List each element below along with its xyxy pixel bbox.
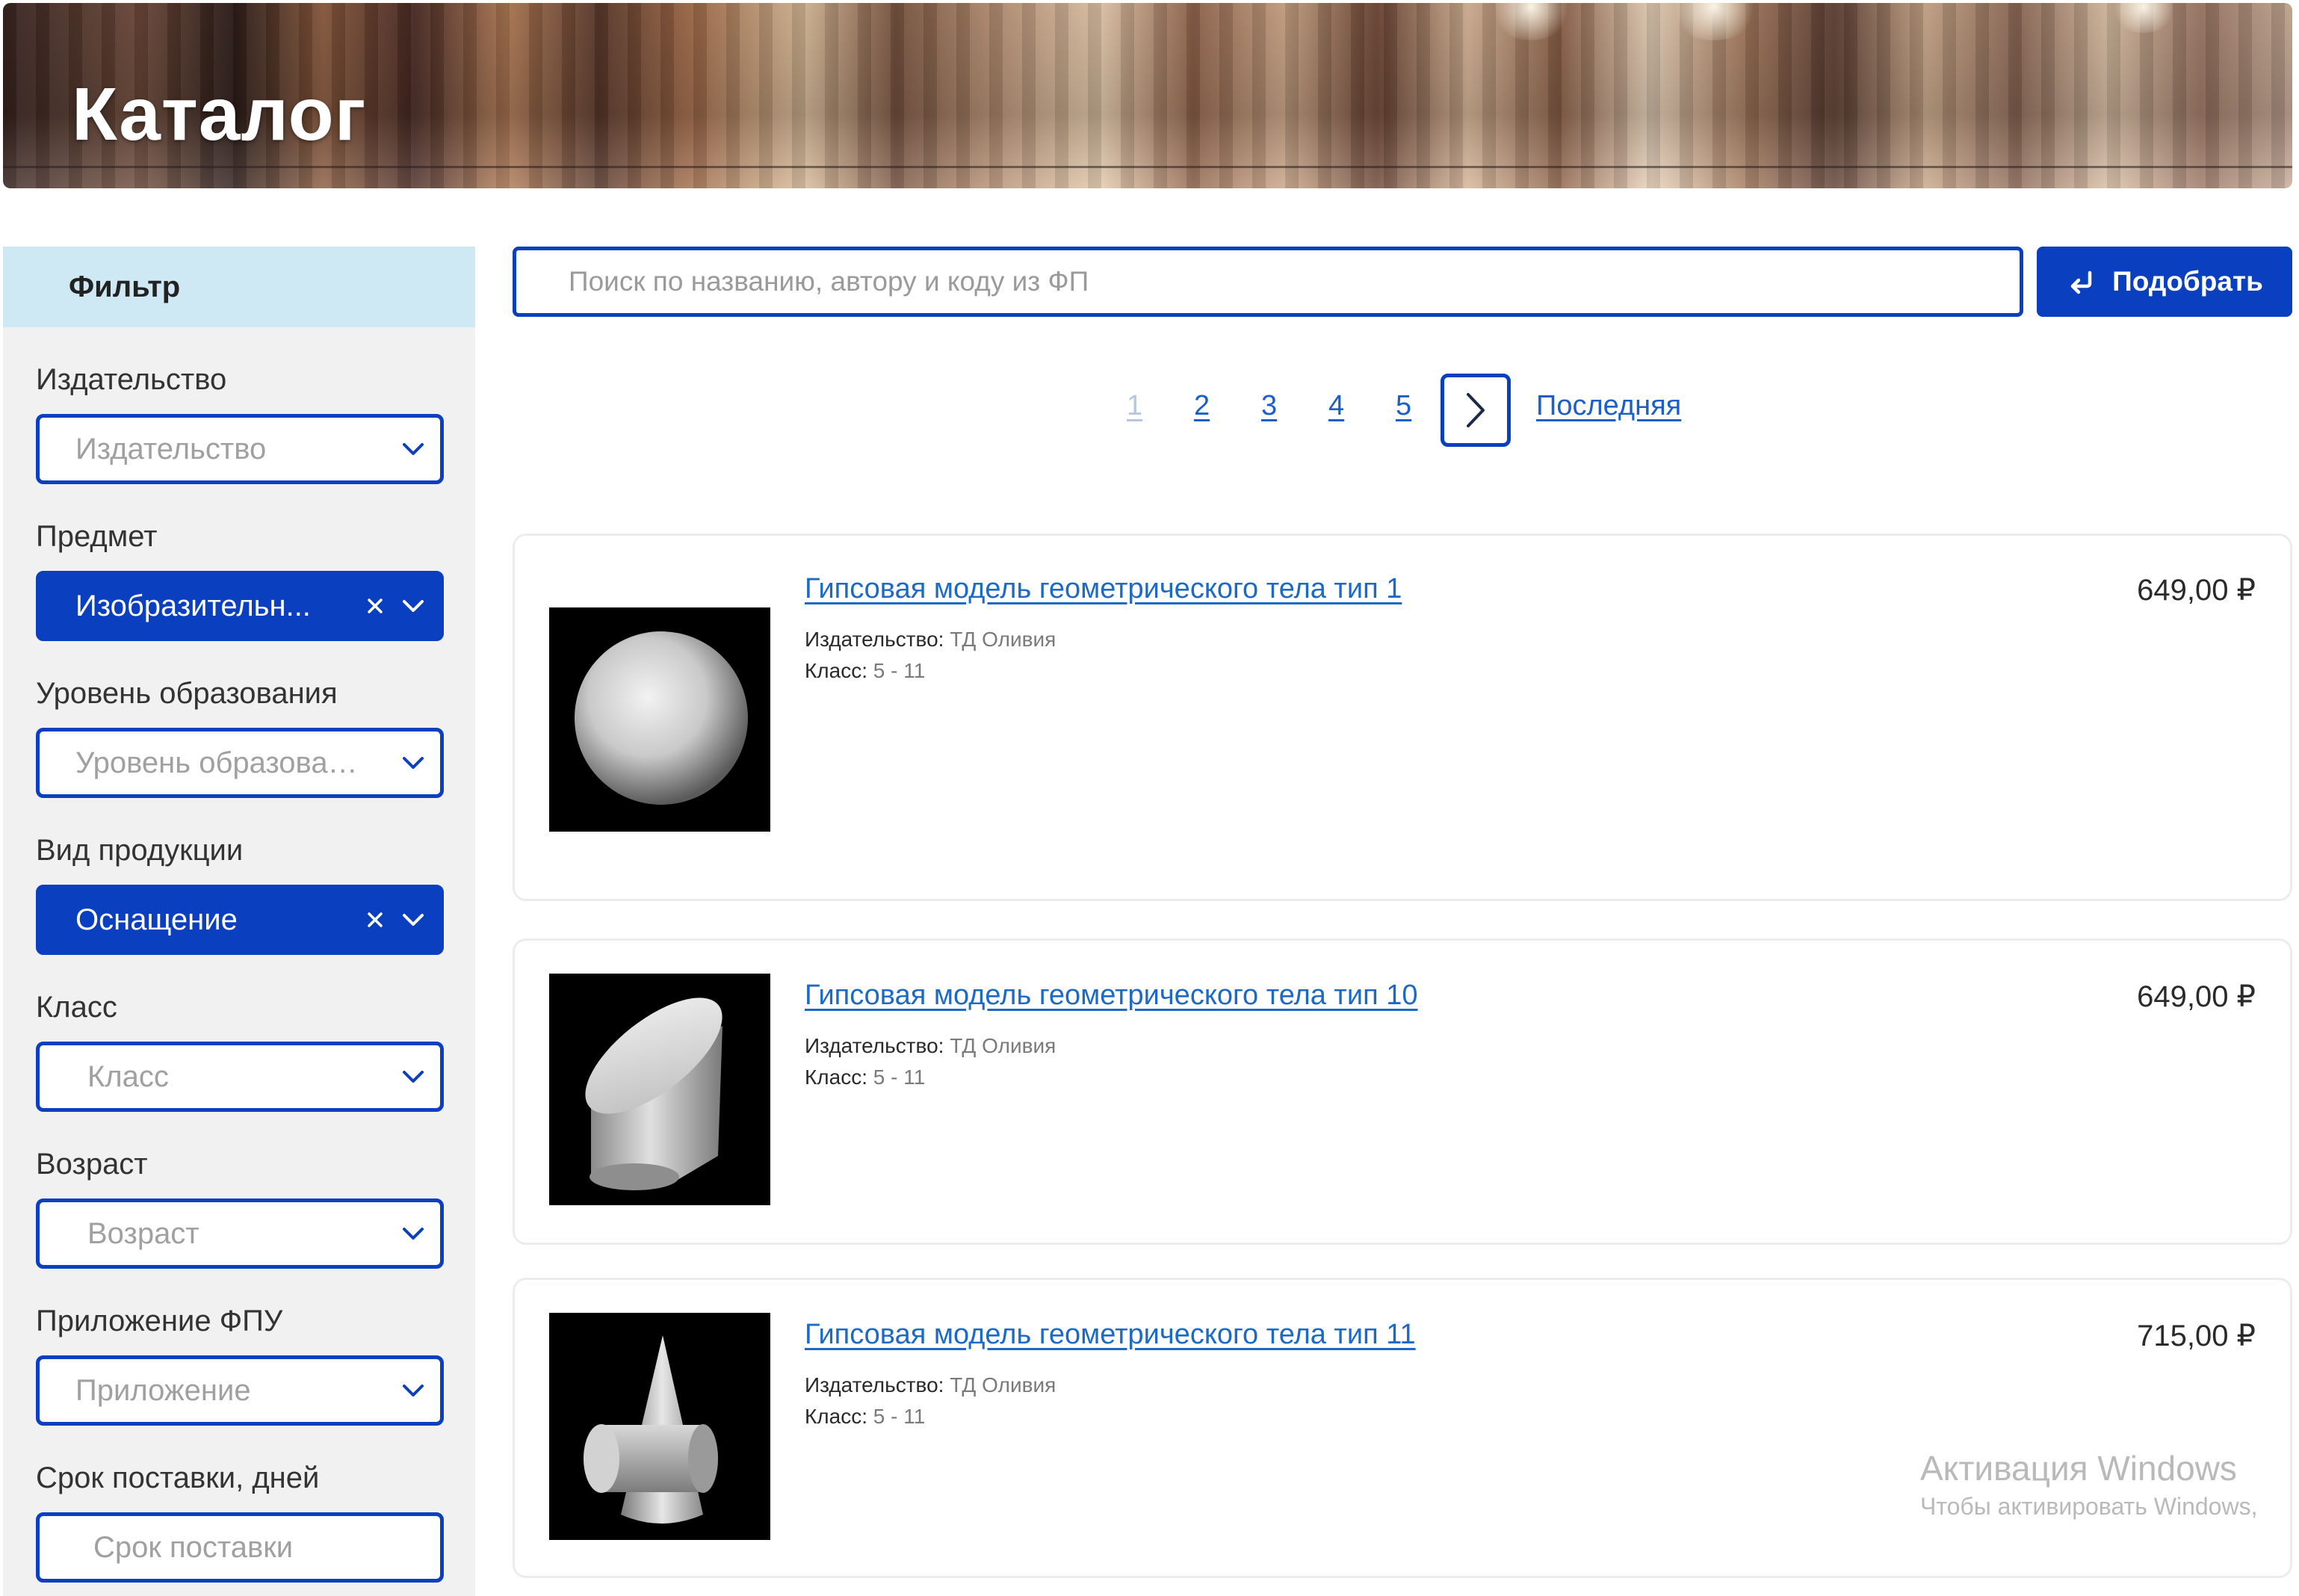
select-value: Класс bbox=[87, 1060, 169, 1093]
product-image-truncated-cylinder[interactable] bbox=[549, 974, 770, 1205]
pick-button-label: Подобрать bbox=[2112, 266, 2263, 297]
filter-education-level: Уровень образования Уровень образовани bbox=[36, 674, 444, 798]
product-price: 649,00 ₽ bbox=[2137, 980, 2256, 1013]
page-link-5[interactable]: 5 bbox=[1396, 390, 1411, 422]
page-link-2[interactable]: 2 bbox=[1194, 390, 1210, 422]
filter-sidebar: Фильтр Издательство Издательство Предмет… bbox=[3, 247, 475, 1596]
grade-value: 5 - 11 bbox=[873, 1065, 926, 1089]
product-card: Гипсовая модель геометрического тела тип… bbox=[513, 533, 2292, 901]
grade-value: 5 - 11 bbox=[873, 659, 926, 682]
page-link-3[interactable]: 3 bbox=[1261, 390, 1277, 422]
chevron-right-icon bbox=[1467, 393, 1485, 427]
page-link-4[interactable]: 4 bbox=[1328, 390, 1344, 422]
catalog-banner: Каталог bbox=[3, 3, 2292, 188]
filter-grade: Класс Класс bbox=[36, 988, 444, 1112]
publisher-label: Издательство: bbox=[805, 628, 944, 651]
select-value: Срок поставки bbox=[93, 1530, 294, 1564]
publisher-value: ТД Оливия bbox=[950, 1373, 1056, 1396]
chevron-down-icon bbox=[403, 443, 424, 455]
product-price: 715,00 ₽ bbox=[2137, 1320, 2256, 1352]
select-value: Уровень образовани bbox=[75, 746, 359, 779]
age-select[interactable]: Возраст bbox=[36, 1198, 444, 1269]
filter-label: Возраст bbox=[36, 1148, 148, 1181]
chevron-down-icon bbox=[403, 1385, 424, 1396]
pick-button[interactable]: Подобрать bbox=[2037, 247, 2292, 317]
select-value: Приложение bbox=[75, 1373, 251, 1407]
clear-icon[interactable] bbox=[364, 595, 386, 617]
chevron-down-icon bbox=[403, 1071, 424, 1083]
publisher-value: ТД Оливия bbox=[950, 628, 1056, 651]
page-title: Каталог bbox=[72, 72, 367, 156]
product-image-cone-cylinder[interactable] bbox=[549, 1313, 770, 1540]
product-title-link[interactable]: Гипсовая модель геометрического тела тип… bbox=[805, 1319, 1416, 1351]
product-title-link[interactable]: Гипсовая модель геометрического тела тип… bbox=[805, 980, 1417, 1012]
page-link-1[interactable]: 1 bbox=[1127, 390, 1142, 422]
product-meta: Издательство: ТД Оливия Класс: 5 - 11 bbox=[805, 1030, 1056, 1093]
last-page-link[interactable]: Последняя bbox=[1536, 390, 1681, 422]
windows-activation-watermark: Активация Windows Чтобы активировать Win… bbox=[1920, 1448, 2257, 1521]
filter-label: Предмет bbox=[36, 520, 158, 553]
filter-age: Возраст Возраст bbox=[36, 1145, 444, 1269]
filter-label: Вид продукции bbox=[36, 834, 244, 867]
catalog-page: Каталог Фильтр Издательство Издательство… bbox=[0, 0, 2299, 1596]
chevron-down-icon bbox=[403, 600, 424, 612]
education-level-select[interactable]: Уровень образовани bbox=[36, 728, 444, 798]
select-value: Издательство bbox=[75, 432, 267, 466]
enter-arrow-icon bbox=[2070, 270, 2092, 294]
product-meta: Издательство: ТД Оливия Класс: 5 - 11 bbox=[805, 1370, 1056, 1432]
filter-label: Издательство bbox=[36, 363, 227, 396]
filter-subject: Предмет Изобразительн... bbox=[36, 517, 444, 641]
chevron-down-icon bbox=[403, 757, 424, 769]
select-value: Возраст bbox=[87, 1216, 199, 1250]
chevron-down-icon bbox=[403, 1228, 424, 1240]
publisher-label: Издательство: bbox=[805, 1373, 944, 1396]
publisher-select[interactable]: Издательство bbox=[36, 414, 444, 484]
product-image-sphere[interactable] bbox=[549, 607, 770, 832]
filter-header: Фильтр bbox=[3, 247, 475, 327]
filter-delivery-time: Срок поставки, дней Срок поставки bbox=[36, 1459, 444, 1583]
filter-label: Класс bbox=[36, 991, 117, 1024]
search-field[interactable] bbox=[513, 247, 2023, 317]
filter-label: Срок поставки, дней bbox=[36, 1462, 320, 1494]
grade-value: 5 - 11 bbox=[873, 1405, 926, 1428]
filter-publisher: Издательство Издательство bbox=[36, 360, 444, 484]
grade-label: Класс: bbox=[805, 1405, 867, 1428]
product-price: 649,00 ₽ bbox=[2137, 574, 2256, 607]
publisher-label: Издательство: bbox=[805, 1034, 944, 1057]
filter-fpu-appendix: Приложение ФПУ Приложение bbox=[36, 1302, 444, 1426]
filter-label: Приложение ФПУ bbox=[36, 1305, 283, 1337]
filter-product-type: Вид продукции Оснащение bbox=[36, 831, 444, 955]
product-card: Гипсовая модель геометрического тела тип… bbox=[513, 1278, 2292, 1578]
select-value: Изобразительн... bbox=[75, 589, 311, 622]
subject-select[interactable]: Изобразительн... bbox=[36, 571, 444, 641]
select-value: Оснащение bbox=[75, 903, 238, 936]
product-card: Гипсовая модель геометрического тела тип… bbox=[513, 938, 2292, 1245]
delivery-time-input[interactable]: Срок поставки bbox=[36, 1512, 444, 1583]
watermark-subtitle: Чтобы активировать Windows, bbox=[1920, 1493, 2258, 1520]
grade-label: Класс: bbox=[805, 1065, 867, 1089]
publisher-value: ТД Оливия bbox=[950, 1034, 1056, 1057]
fpu-appendix-select[interactable]: Приложение bbox=[36, 1355, 444, 1426]
grade-select[interactable]: Класс bbox=[36, 1042, 444, 1112]
product-title-link[interactable]: Гипсовая модель геометрического тела тип… bbox=[805, 573, 1402, 605]
product-type-select[interactable]: Оснащение bbox=[36, 885, 444, 955]
next-page-button[interactable] bbox=[1441, 374, 1511, 447]
search-input[interactable] bbox=[569, 250, 2020, 313]
filter-label: Уровень образования bbox=[36, 677, 338, 710]
chevron-down-icon bbox=[403, 914, 424, 926]
product-meta: Издательство: ТД Оливия Класс: 5 - 11 bbox=[805, 624, 1056, 687]
watermark-title: Активация Windows bbox=[1920, 1449, 2237, 1488]
clear-icon[interactable] bbox=[364, 909, 386, 931]
grade-label: Класс: bbox=[805, 659, 867, 682]
